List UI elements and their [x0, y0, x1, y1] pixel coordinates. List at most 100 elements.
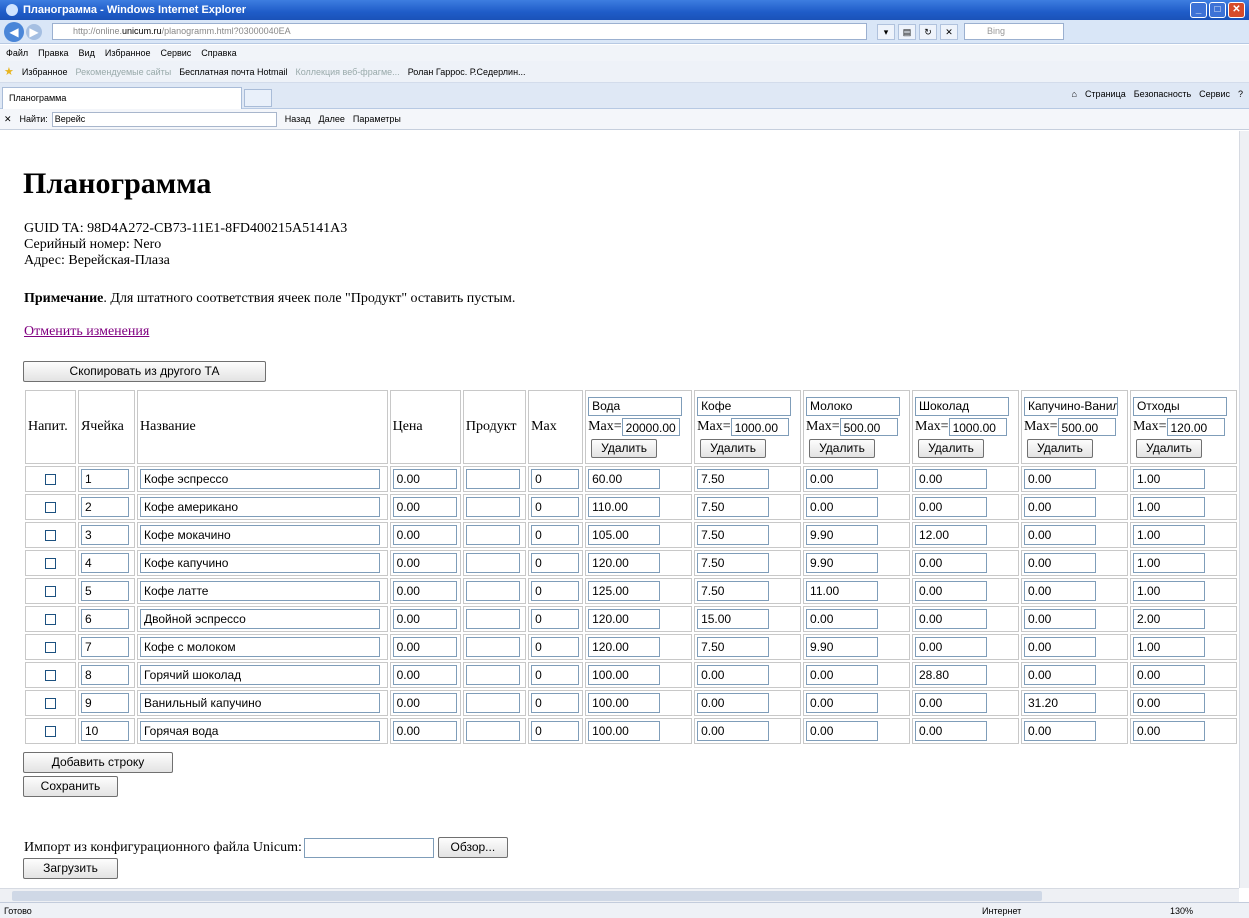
- menu-tools[interactable]: Сервис: [160, 48, 191, 58]
- price-input[interactable]: 0.00: [392, 693, 457, 713]
- portion-input[interactable]: 0.00: [915, 693, 987, 713]
- max-input[interactable]: 0: [531, 721, 580, 741]
- maximize-button[interactable]: □: [1209, 2, 1226, 18]
- drink-checkbox[interactable]: [44, 473, 56, 485]
- portion-input[interactable]: 0.00: [806, 665, 879, 685]
- portion-input[interactable]: 0.00: [806, 721, 879, 741]
- portion-input[interactable]: 0.00: [697, 693, 770, 713]
- drink-checkbox[interactable]: [44, 501, 56, 513]
- portion-input[interactable]: 0.00: [915, 721, 987, 741]
- menu-favorites[interactable]: Избранное: [105, 48, 151, 58]
- find-next-button[interactable]: Далее: [319, 114, 345, 124]
- product-max-input[interactable]: 20000.00: [621, 417, 680, 436]
- dropdown-icon[interactable]: ▾: [877, 23, 895, 40]
- product-name-input[interactable]: Вода: [588, 396, 683, 416]
- drink-name-input[interactable]: Кофе латте: [139, 581, 380, 601]
- delete-product-button[interactable]: Удалить: [700, 438, 767, 458]
- price-input[interactable]: 0.00: [392, 637, 457, 657]
- product-name-input[interactable]: Капучино-Ванильный: [1023, 396, 1118, 416]
- portion-input[interactable]: 0.00: [1023, 469, 1096, 489]
- cell-number-input[interactable]: 6: [80, 609, 129, 629]
- menu-view[interactable]: Вид: [79, 48, 95, 58]
- product-input[interactable]: [465, 581, 520, 601]
- portion-input[interactable]: 0.00: [915, 469, 987, 489]
- browse-button[interactable]: Обзор...: [437, 837, 508, 858]
- delete-product-button[interactable]: Удалить: [591, 438, 658, 458]
- compat-icon[interactable]: ▤: [898, 23, 916, 40]
- tab-planogram[interactable]: Планограмма: [2, 87, 242, 109]
- drink-name-input[interactable]: Кофе с молоком: [139, 637, 380, 657]
- portion-input[interactable]: 7.50: [697, 469, 770, 489]
- drink-name-input[interactable]: Ванильный капучино: [139, 693, 380, 713]
- drink-checkbox[interactable]: [44, 697, 56, 709]
- product-max-input[interactable]: 500.00: [1057, 417, 1116, 436]
- cell-number-input[interactable]: 7: [80, 637, 129, 657]
- cell-number-input[interactable]: 9: [80, 693, 129, 713]
- new-tab-button[interactable]: [244, 89, 272, 107]
- portion-input[interactable]: 0.00: [697, 665, 770, 685]
- portion-input[interactable]: 0.00: [915, 581, 987, 601]
- delete-product-button[interactable]: Удалить: [809, 438, 876, 458]
- price-input[interactable]: 0.00: [392, 469, 457, 489]
- product-name-input[interactable]: Шоколад: [915, 396, 1009, 416]
- portion-input[interactable]: 0.00: [1023, 581, 1096, 601]
- portion-input[interactable]: 9.90: [806, 525, 879, 545]
- zoom-level[interactable]: 130%: [1170, 906, 1193, 916]
- portion-input[interactable]: 0.00: [1023, 665, 1096, 685]
- cell-number-input[interactable]: 2: [80, 497, 129, 517]
- portion-input[interactable]: 11.00: [806, 581, 879, 601]
- cmd-tools[interactable]: Сервис: [1199, 89, 1230, 99]
- product-input[interactable]: [465, 497, 520, 517]
- portion-input[interactable]: 1.00: [1132, 497, 1205, 517]
- price-input[interactable]: 0.00: [392, 497, 457, 517]
- portion-input[interactable]: 7.50: [697, 581, 770, 601]
- product-input[interactable]: [465, 525, 520, 545]
- portion-input[interactable]: 100.00: [588, 665, 661, 685]
- portion-input[interactable]: 28.80: [915, 665, 987, 685]
- import-file-input[interactable]: [303, 837, 434, 858]
- max-input[interactable]: 0: [531, 469, 580, 489]
- menu-edit[interactable]: Правка: [38, 48, 68, 58]
- product-max-input[interactable]: 120.00: [1166, 417, 1225, 436]
- product-name-input[interactable]: Кофе: [697, 396, 792, 416]
- favorites-button[interactable]: Избранное: [22, 67, 68, 77]
- portion-input[interactable]: 100.00: [588, 721, 661, 741]
- max-input[interactable]: 0: [531, 525, 580, 545]
- product-max-input[interactable]: 500.00: [839, 417, 898, 436]
- portion-input[interactable]: 120.00: [588, 553, 661, 573]
- close-find-icon[interactable]: ✕: [4, 114, 12, 125]
- stop-icon[interactable]: ✕: [940, 23, 958, 40]
- drink-name-input[interactable]: Двойной эспрессо: [139, 609, 380, 629]
- cell-number-input[interactable]: 1: [80, 469, 129, 489]
- cell-number-input[interactable]: 10: [80, 721, 129, 741]
- drink-checkbox[interactable]: [44, 585, 56, 597]
- drink-checkbox[interactable]: [44, 641, 56, 653]
- search-input[interactable]: Bing: [964, 23, 1064, 40]
- cmd-safety[interactable]: Безопасность: [1134, 89, 1191, 99]
- cmd-page[interactable]: Страница: [1085, 89, 1126, 99]
- portion-input[interactable]: 15.00: [697, 609, 770, 629]
- price-input[interactable]: 0.00: [392, 525, 457, 545]
- cell-number-input[interactable]: 8: [80, 665, 129, 685]
- portion-input[interactable]: 7.50: [697, 497, 770, 517]
- help-icon[interactable]: ?: [1238, 89, 1243, 99]
- drink-name-input[interactable]: Кофе эспрессо: [139, 469, 380, 489]
- copy-from-other-ta-button[interactable]: Скопировать из другого ТА: [23, 361, 266, 382]
- portion-input[interactable]: 9.90: [806, 553, 879, 573]
- portion-input[interactable]: 0.00: [1132, 693, 1205, 713]
- drink-checkbox[interactable]: [44, 725, 56, 737]
- portion-input[interactable]: 0.00: [1023, 721, 1096, 741]
- max-input[interactable]: 0: [531, 665, 580, 685]
- drink-checkbox[interactable]: [44, 557, 56, 569]
- product-max-input[interactable]: 1000.00: [730, 417, 789, 436]
- delete-product-button[interactable]: Удалить: [918, 438, 984, 458]
- portion-input[interactable]: 0.00: [1023, 609, 1096, 629]
- product-input[interactable]: [465, 469, 520, 489]
- drink-name-input[interactable]: Кофе капучино: [139, 553, 380, 573]
- portion-input[interactable]: 9.90: [806, 637, 879, 657]
- delete-product-button[interactable]: Удалить: [1135, 438, 1202, 458]
- horizontal-scrollbar[interactable]: [0, 888, 1239, 902]
- price-input[interactable]: 0.00: [392, 581, 457, 601]
- cell-number-input[interactable]: 3: [80, 525, 129, 545]
- portion-input[interactable]: 1.00: [1132, 581, 1205, 601]
